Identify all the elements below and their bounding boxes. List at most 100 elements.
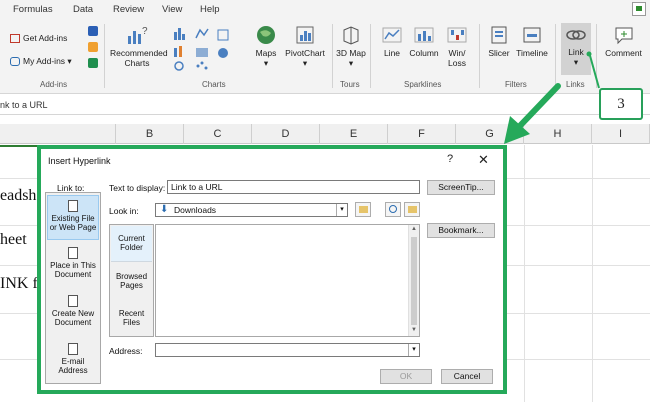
browse-web-button[interactable] — [385, 202, 401, 217]
group-label-charts: Charts — [202, 80, 226, 89]
bookmark-button[interactable]: Bookmark... — [427, 223, 495, 238]
cancel-button[interactable]: Cancel — [441, 369, 493, 384]
look-in-label: Look in: — [109, 206, 139, 216]
insert-hyperlink-dialog: Insert Hyperlink ? ✕ Link to: Existing F… — [41, 149, 503, 390]
scroll-down-icon[interactable]: ▼ — [411, 327, 417, 333]
close-button[interactable]: ✕ — [478, 152, 489, 168]
new-document-icon — [68, 295, 78, 307]
globe-icon — [257, 26, 275, 44]
recommended-charts-button[interactable]: ? Recommended Charts — [110, 24, 168, 68]
file-list[interactable]: ▲ ▼ — [155, 224, 420, 337]
browsed-pages-button[interactable]: Browsed Pages — [111, 264, 152, 300]
separator — [479, 24, 480, 88]
3d-map-icon — [343, 26, 359, 45]
chart-types-icon[interactable] — [172, 26, 238, 72]
pivotchart-button[interactable]: PivotChart ▾ — [282, 24, 328, 68]
tab-view[interactable]: View — [162, 4, 182, 15]
chevron-down-icon: ▾ — [302, 58, 308, 68]
group-label-sparklines: Sparklines — [404, 80, 442, 89]
column-header-d[interactable]: D — [252, 124, 320, 144]
tab-review[interactable]: Review — [113, 4, 144, 15]
link-to-bar: Existing File or Web Page Place in This … — [45, 192, 101, 384]
addins-icon — [10, 57, 20, 67]
link-create-new-document[interactable]: Create New Document — [47, 291, 99, 336]
chevron-down-icon[interactable]: ▾ — [408, 344, 419, 356]
scroll-up-icon[interactable]: ▲ — [411, 226, 417, 232]
ribbon-tabs: Formulas Data Review View Help — [0, 0, 650, 20]
timeline-icon — [523, 27, 541, 43]
separator — [332, 24, 333, 88]
slicer-icon — [491, 26, 507, 44]
column-line — [592, 145, 593, 402]
separator — [104, 24, 105, 88]
link-existing-file[interactable]: Existing File or Web Page — [47, 195, 99, 240]
separator — [370, 24, 371, 88]
screentip-button[interactable]: ScreenTip... — [427, 180, 495, 195]
address-label: Address: — [109, 346, 143, 356]
sparkline-line-icon — [382, 27, 402, 43]
look-in-bar: Current Folder Browsed Pages Recent File… — [109, 224, 154, 337]
store-icon — [10, 34, 20, 44]
formula-bar-text: nk to a URL — [0, 100, 48, 110]
chevron-down-icon: ▾ — [263, 58, 269, 68]
search-web-icon — [389, 205, 397, 213]
column-line — [524, 145, 525, 402]
globe-file-icon — [68, 200, 78, 212]
download-arrow-icon: ⬇ — [160, 204, 169, 215]
recommended-charts-icon: ? — [128, 26, 148, 44]
cell-text[interactable]: heet — [0, 231, 27, 249]
link-icon — [566, 30, 586, 40]
maps-button[interactable]: Maps ▾ — [251, 24, 281, 68]
scrollbar-thumb[interactable] — [411, 237, 417, 325]
cell-text[interactable]: INK f — [0, 275, 38, 293]
pivotchart-icon — [296, 26, 314, 44]
text-to-display-input[interactable]: Link to a URL — [167, 180, 420, 194]
my-addins-button[interactable]: My Add-ins ▾ — [10, 56, 72, 67]
email-icon — [68, 343, 78, 355]
chevron-down-icon[interactable]: ▾ — [336, 204, 347, 216]
sparkline-column-icon — [414, 27, 434, 43]
tab-formulas[interactable]: Formulas — [13, 4, 53, 15]
look-in-select[interactable]: ⬇ Downloads ▾ — [155, 203, 348, 217]
bing-icon[interactable] — [88, 42, 98, 52]
ok-button[interactable]: OK — [380, 369, 432, 384]
recent-files-button[interactable]: Recent Files — [111, 301, 152, 337]
up-folder-button[interactable] — [355, 202, 371, 217]
column-header-b[interactable]: B — [116, 124, 184, 144]
browse-file-button[interactable] — [404, 202, 420, 217]
group-label-tours: Tours — [340, 80, 360, 89]
annotation-arrow — [504, 51, 600, 144]
chevron-down-icon: ▾ — [65, 56, 72, 66]
current-folder-button[interactable]: Current Folder — [111, 226, 152, 262]
people-graph-icon[interactable] — [88, 58, 98, 68]
link-place-in-document[interactable]: Place in This Document — [47, 243, 99, 288]
file-list-scrollbar[interactable]: ▲ ▼ — [408, 225, 419, 336]
folder-open-icon — [408, 206, 417, 213]
tab-data[interactable]: Data — [73, 4, 93, 15]
column-header-c[interactable]: C — [184, 124, 252, 144]
3d-map-button[interactable]: 3D Map ▾ — [336, 24, 366, 68]
help-button[interactable]: ? — [447, 153, 453, 165]
sparkline-column-button[interactable]: Column — [407, 24, 441, 58]
cell-text[interactable]: eadsh — [0, 187, 36, 205]
visio-icon[interactable] — [88, 26, 98, 36]
step-callout: 3 — [599, 88, 643, 120]
column-header-f[interactable]: F — [388, 124, 456, 144]
column-header-a[interactable] — [0, 124, 116, 144]
sparkline-line-button[interactable]: Line — [378, 24, 406, 58]
share-icon[interactable] — [632, 2, 646, 16]
chevron-down-icon: ▾ — [348, 58, 354, 68]
link-email-address[interactable]: E-mail Address — [47, 339, 99, 384]
get-addins-button[interactable]: Get Add-ins — [10, 33, 67, 44]
folder-up-icon — [359, 206, 368, 213]
selected-cell-border — [0, 145, 40, 147]
group-label-addins: Add-ins — [40, 80, 68, 89]
dialog-title: Insert Hyperlink — [48, 156, 111, 166]
address-input[interactable]: ▾ — [155, 343, 420, 357]
document-icon — [68, 247, 78, 259]
svg-text:?: ? — [142, 26, 148, 37]
column-header-e[interactable]: E — [320, 124, 388, 144]
sparkline-winloss-button[interactable]: Win/ Loss — [442, 24, 472, 68]
comment-icon — [615, 27, 632, 45]
tab-help[interactable]: Help — [200, 4, 220, 15]
